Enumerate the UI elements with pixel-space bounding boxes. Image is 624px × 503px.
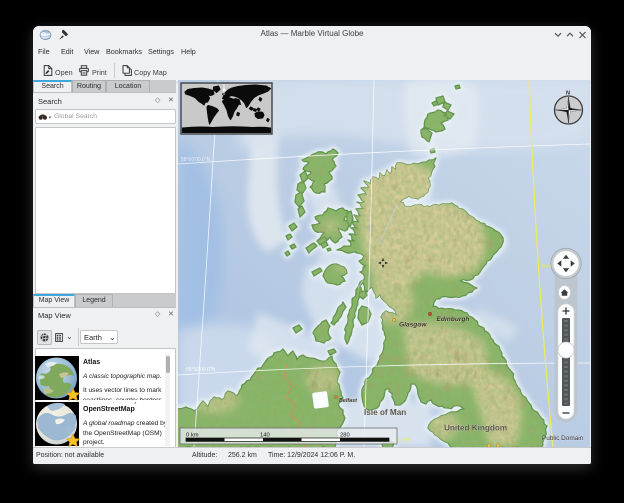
svg-text:0 km: 0 km xyxy=(186,433,199,439)
svg-text:Edinburgh: Edinburgh xyxy=(437,316,470,323)
svg-text:280: 280 xyxy=(340,433,350,439)
svg-text:0.0"W: 0.0"W xyxy=(397,438,411,444)
svg-text:140: 140 xyxy=(260,433,270,439)
svg-text:55°00'00.0"N: 55°00'00.0"N xyxy=(186,367,216,373)
svg-text:United Kingdom: United Kingdom xyxy=(444,424,507,433)
svg-text:Belfast: Belfast xyxy=(339,398,357,404)
svg-text:Isle of Man: Isle of Man xyxy=(364,408,406,417)
svg-text:Glasgow: Glasgow xyxy=(399,322,427,329)
svg-text:58°00'00.0"N: 58°00'00.0"N xyxy=(181,157,211,163)
svg-text:Public Domain: Public Domain xyxy=(542,435,584,442)
